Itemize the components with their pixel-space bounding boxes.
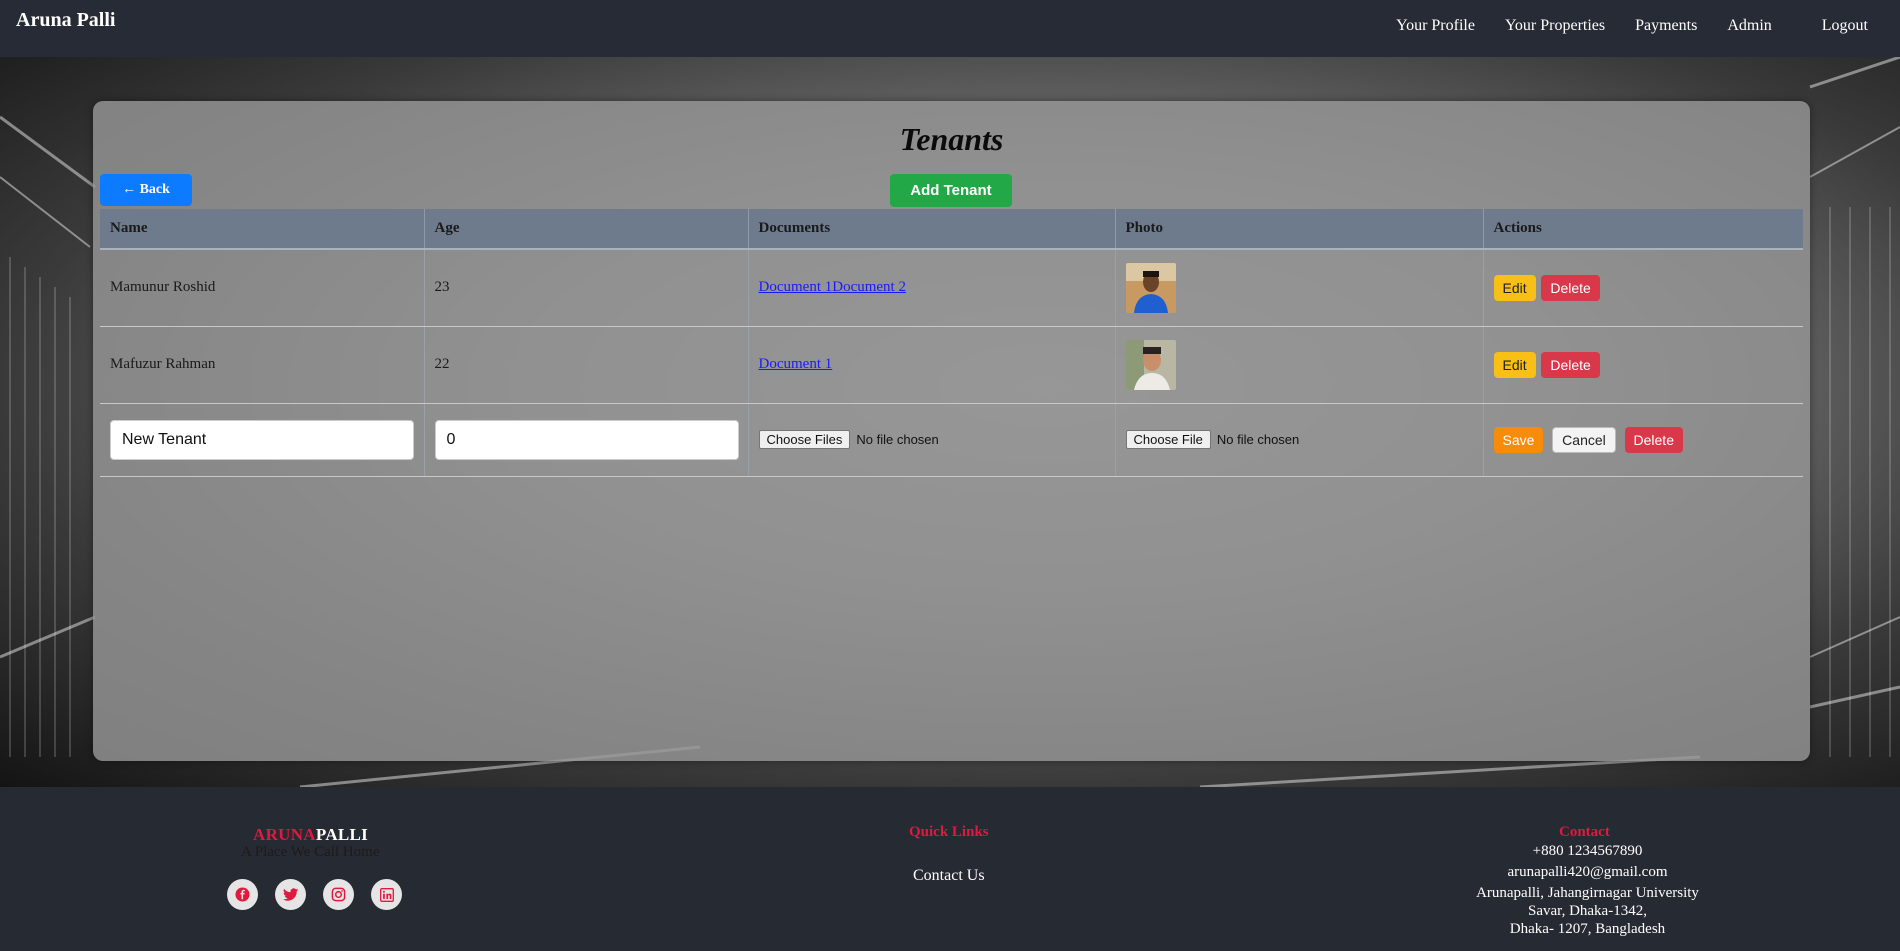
contact-address-line3: Dhaka- 1207, Bangladesh — [1509, 921, 1666, 937]
tenants-table: Name Age Documents Photo Actions Mamunur… — [100, 209, 1803, 477]
add-tenant-button[interactable]: Add Tenant — [890, 174, 1012, 207]
tenant-photo-cell — [1115, 326, 1484, 404]
table-header-row: Name Age Documents Photo Actions — [100, 209, 1803, 250]
new-tenant-row: Choose Files No file chosen Choose File … — [100, 403, 1803, 477]
new-docs-cell: Choose Files No file chosen — [748, 403, 1116, 477]
delete-button[interactable]: Delete — [1541, 274, 1600, 301]
edit-button[interactable]: Edit — [1493, 274, 1536, 301]
nav-payments[interactable]: Payments — [1635, 17, 1697, 35]
tenant-age: 22 — [424, 326, 749, 404]
tenant-age: 23 — [424, 249, 749, 327]
header-actions: Actions — [1483, 209, 1803, 250]
tenant-name: Mamunur Roshid — [100, 249, 425, 327]
document-link[interactable]: Document 1 — [759, 279, 833, 295]
footer-brand: ARUNAPALLI — [253, 825, 368, 845]
table-row: Mamunur Roshid 23 Document 1Document 2 E — [100, 249, 1803, 327]
header-age: Age — [424, 209, 749, 250]
edit-button[interactable]: Edit — [1493, 351, 1536, 378]
no-file-text: No file chosen — [856, 432, 939, 447]
brand-logo[interactable]: Aruna Palli — [16, 9, 115, 32]
instagram-icon[interactable] — [323, 879, 354, 910]
document-link[interactable]: Document 2 — [832, 279, 906, 295]
nav-admin[interactable]: Admin — [1727, 17, 1771, 35]
document-link[interactable]: Document 1 — [759, 356, 833, 372]
new-actions-cell: Save Cancel Delete — [1483, 403, 1803, 477]
contact-address-line2: Savar, Dhaka-1342, — [1528, 903, 1647, 919]
delete-button[interactable]: Delete — [1624, 426, 1683, 453]
choose-file-button[interactable]: Choose File — [1125, 430, 1211, 449]
new-photo-cell: Choose File No file chosen — [1115, 403, 1484, 477]
nav-your-properties[interactable]: Your Properties — [1505, 17, 1605, 35]
contact-title: Contact — [1559, 824, 1610, 840]
choose-files-button[interactable]: Choose Files — [758, 430, 851, 449]
new-tenant-age-input[interactable] — [434, 419, 739, 460]
tenant-photo-cell — [1115, 249, 1484, 327]
no-file-text: No file chosen — [1216, 432, 1300, 447]
tenants-panel: Tenants ← Back Add Tenant Name Age Docum… — [93, 101, 1810, 761]
contact-email: arunapalli420@gmail.com — [1507, 864, 1668, 880]
nav-links: Your Profile Your Properties Payments Ad… — [1396, 17, 1900, 35]
nav-your-profile[interactable]: Your Profile — [1396, 17, 1475, 35]
tenant-documents: Document 1 — [748, 326, 1116, 404]
tenant-actions: Edit Delete — [1483, 326, 1803, 404]
documents-file-input: Choose Files No file chosen — [758, 430, 1115, 449]
contact-us-link[interactable]: Contact Us — [913, 867, 985, 885]
nav-logout[interactable]: Logout — [1822, 17, 1868, 35]
contact-address-line1: Arunapalli, Jahangirnagar University — [1476, 885, 1699, 901]
social-links — [227, 879, 419, 910]
facebook-icon[interactable] — [227, 879, 258, 910]
page-title: Tenants — [899, 121, 1004, 157]
tenant-name: Mafuzur Rahman — [100, 326, 425, 404]
photo-file-input: Choose File No file chosen — [1125, 430, 1483, 449]
new-tenant-name-input[interactable] — [110, 419, 414, 460]
footer: ARUNAPALLI A Place We Call Home Quick Li… — [0, 787, 1900, 951]
delete-button[interactable]: Delete — [1541, 351, 1600, 378]
back-button[interactable]: ← Back — [100, 174, 192, 206]
quick-links-title: Quick Links — [909, 824, 989, 840]
footer-brand-white: PALLI — [315, 825, 369, 844]
new-name-cell — [100, 403, 425, 477]
contact-phone: +880 1234567890 — [1532, 843, 1643, 859]
tenant-actions: Edit Delete — [1483, 249, 1803, 327]
tenant-photo[interactable] — [1125, 262, 1176, 313]
table-row: Mafuzur Rahman 22 Document 1 Edit Delete — [100, 326, 1803, 404]
header-documents: Documents — [748, 209, 1116, 250]
cancel-button[interactable]: Cancel — [1552, 426, 1616, 453]
tenant-photo[interactable] — [1125, 339, 1176, 390]
footer-brand-red: ARUNA — [253, 825, 316, 844]
header-name: Name — [100, 209, 425, 250]
header-photo: Photo — [1115, 209, 1484, 250]
linkedin-icon[interactable] — [371, 879, 402, 910]
new-age-cell — [424, 403, 749, 477]
save-button[interactable]: Save — [1493, 426, 1544, 453]
tenant-documents: Document 1Document 2 — [748, 249, 1116, 327]
twitter-icon[interactable] — [275, 879, 306, 910]
navbar: Aruna Palli Your Profile Your Properties… — [0, 0, 1900, 57]
footer-tagline: A Place We Call Home — [241, 844, 380, 860]
